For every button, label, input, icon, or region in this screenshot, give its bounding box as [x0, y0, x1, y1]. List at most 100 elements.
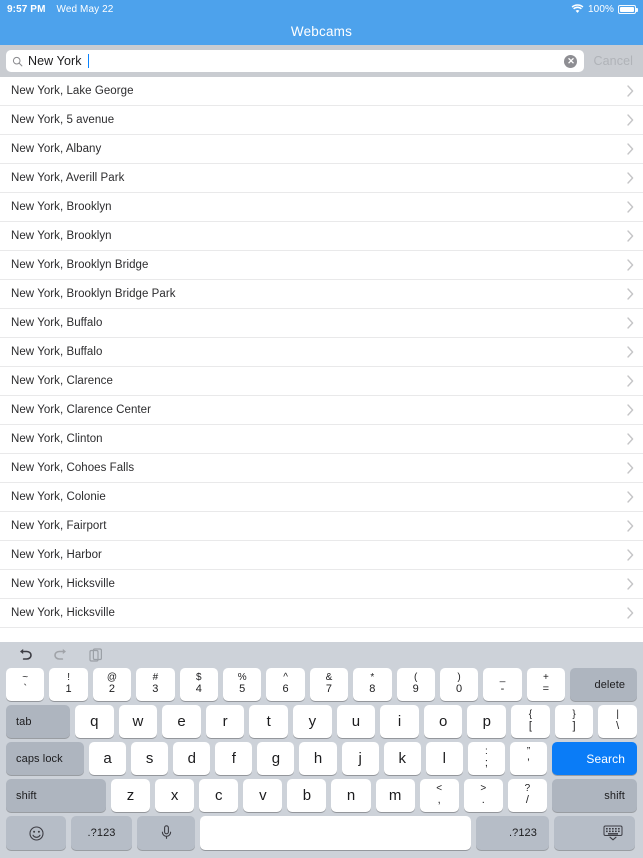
caps-lock-key[interactable]: caps lock [6, 742, 84, 775]
key-w[interactable]: w [118, 705, 158, 738]
list-item-label: New York, Hicksville [11, 578, 115, 590]
key-q[interactable]: q [75, 705, 114, 738]
key[interactable]: :; [467, 742, 505, 775]
key[interactable]: ! 1 [49, 668, 88, 701]
microphone-key[interactable] [137, 816, 195, 850]
key[interactable]: % 5 [222, 668, 262, 701]
key-x[interactable]: x [155, 779, 195, 812]
key-c[interactable]: c [199, 779, 239, 812]
key[interactable]: + = [526, 668, 566, 701]
key[interactable]: | \ [598, 705, 637, 738]
key-s[interactable]: s [131, 742, 169, 775]
chevron-right-icon [627, 201, 634, 213]
list-item[interactable]: New York, Buffalo [0, 338, 643, 367]
list-item[interactable]: New York, Clarence [0, 367, 643, 396]
search-key[interactable]: Search [552, 742, 638, 775]
key-l[interactable]: l [425, 742, 463, 775]
list-item[interactable]: New York, Hicksville [0, 599, 643, 628]
key-u[interactable]: u [336, 705, 376, 738]
key[interactable]: ) 0 [439, 668, 479, 701]
numeric-left-key[interactable]: .?123 [71, 816, 132, 850]
list-item[interactable]: New York, Averill Park [0, 164, 643, 193]
key[interactable]: $4 [179, 668, 218, 701]
shift-left-key[interactable]: shift [6, 779, 106, 812]
cancel-button[interactable]: Cancel [588, 54, 637, 68]
shift-right-key[interactable]: shift [551, 779, 637, 812]
key[interactable]: & 7 [309, 668, 349, 701]
chevron-right-icon [627, 259, 634, 271]
key[interactable]: ? / [507, 779, 547, 812]
key[interactable]: @2 [92, 668, 132, 701]
wifi-icon [571, 4, 584, 13]
key-label: i [397, 713, 402, 730]
key-h[interactable]: h [299, 742, 337, 775]
list-item[interactable]: New York, Brooklyn Bridge Park [0, 280, 643, 309]
key-lower-label: ’ [527, 756, 530, 769]
key[interactable]: ^ 6 [266, 668, 305, 701]
emoji-key[interactable] [6, 816, 66, 850]
list-item[interactable]: New York, Albany [0, 135, 643, 164]
key[interactable]: {[ [511, 705, 550, 738]
key[interactable]: (9 [396, 668, 435, 701]
key-label: q [90, 713, 99, 730]
key-g[interactable]: g [257, 742, 295, 775]
key[interactable]: }] [554, 705, 594, 738]
list-item[interactable]: New York, Harbor [0, 541, 643, 570]
key-label: m [388, 787, 402, 804]
list-item[interactable]: New York, Brooklyn [0, 193, 643, 222]
key-i[interactable]: i [380, 705, 419, 738]
list-item[interactable]: New York, 5 avenue [0, 106, 643, 135]
numeric-right-key[interactable]: .?123 [476, 816, 549, 850]
clear-circle-icon[interactable]: ✕ [564, 54, 578, 68]
delete-key[interactable]: delete [570, 668, 638, 701]
keyboard-row-home: caps lock a s d f g h j k l:;”’ Search [3, 742, 640, 775]
key-p[interactable]: p [467, 705, 507, 738]
key-lower-label: 9 [412, 682, 419, 695]
key-f[interactable]: f [215, 742, 253, 775]
hide-keyboard-key[interactable] [554, 816, 635, 850]
key-k[interactable]: k [383, 742, 421, 775]
list-item[interactable]: New York, Fairport [0, 512, 643, 541]
key-n[interactable]: n [331, 779, 371, 812]
list-item[interactable]: New York, Colonie [0, 483, 643, 512]
list-item-label: New York, Clarence [11, 375, 113, 387]
list-item[interactable]: New York, Lake George [0, 77, 643, 106]
key-y[interactable]: y [293, 705, 332, 738]
key-m[interactable]: m [375, 779, 415, 812]
key[interactable]: >. [463, 779, 503, 812]
search-results-list[interactable]: New York, Lake George New York, 5 avenue N… [0, 77, 643, 642]
key[interactable]: <, [419, 779, 459, 812]
chevron-right-icon [627, 491, 634, 503]
key-j[interactable]: j [341, 742, 379, 775]
list-item[interactable]: New York, Buffalo [0, 309, 643, 338]
list-item[interactable]: New York, Brooklyn [0, 222, 643, 251]
key-v[interactable]: v [243, 779, 283, 812]
key[interactable]: * 8 [353, 668, 392, 701]
key[interactable]: _ - [483, 668, 522, 701]
list-item[interactable]: New York, Brooklyn Bridge [0, 251, 643, 280]
undo-arrow-icon[interactable] [17, 648, 33, 662]
key[interactable]: #3 [136, 668, 175, 701]
list-item[interactable]: New York, Clinton [0, 425, 643, 454]
key-a[interactable]: a [89, 742, 127, 775]
clipboard-paste-icon[interactable] [89, 647, 103, 663]
key-d[interactable]: d [173, 742, 211, 775]
list-item[interactable]: New York, Clarence Center [0, 396, 643, 425]
key-t[interactable]: t [249, 705, 289, 738]
tab-key[interactable]: tab [6, 705, 70, 738]
redo-arrow-icon[interactable] [53, 648, 69, 662]
key[interactable]: ”’ [509, 742, 548, 775]
key-b[interactable]: b [287, 779, 327, 812]
key-r[interactable]: r [205, 705, 245, 738]
list-item[interactable]: New York, Cohoes Falls [0, 454, 643, 483]
key-e[interactable]: e [162, 705, 201, 738]
key[interactable]: ~ ` [6, 668, 45, 701]
text-caret [87, 54, 90, 68]
search-input-value: New York [28, 54, 82, 68]
search-input[interactable]: New York ✕ [6, 50, 585, 72]
key-z[interactable]: z [111, 779, 151, 812]
list-item[interactable]: New York, Hicksville [0, 570, 643, 599]
space-key[interactable] [200, 816, 471, 850]
chevron-right-icon [627, 462, 634, 474]
key-o[interactable]: o [423, 705, 463, 738]
